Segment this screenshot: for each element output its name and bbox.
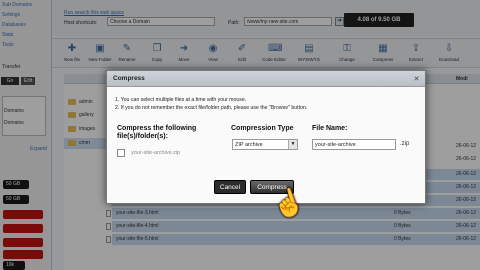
file-entry[interactable]: your-site-archive.zip — [129, 148, 219, 159]
compress-dialog: Compress ✕ 1. You can select multiple fi… — [106, 70, 426, 204]
dialog-title: Compress — [107, 71, 425, 87]
compression-type-select[interactable]: ZIP archive ▼ — [232, 139, 298, 150]
compression-type-label: Compression Type — [231, 125, 294, 132]
dialog-note-2: 2. If you do not remember the exact file… — [115, 105, 308, 111]
file-name-input[interactable]: your-site-archive — [312, 139, 396, 150]
zip-extension: .zip — [400, 141, 410, 147]
compress-files-label: Compress the following file(s)/folder(s)… — [117, 125, 197, 140]
dialog-note-1: 1. You can select multiple files at a ti… — [115, 97, 247, 103]
close-icon[interactable]: ✕ — [412, 75, 421, 84]
file-name-label: File Name: — [312, 125, 348, 132]
cancel-button[interactable]: Cancel — [214, 180, 246, 194]
chevron-down-icon[interactable]: ▼ — [288, 140, 297, 149]
file-checkbox[interactable] — [117, 149, 125, 157]
